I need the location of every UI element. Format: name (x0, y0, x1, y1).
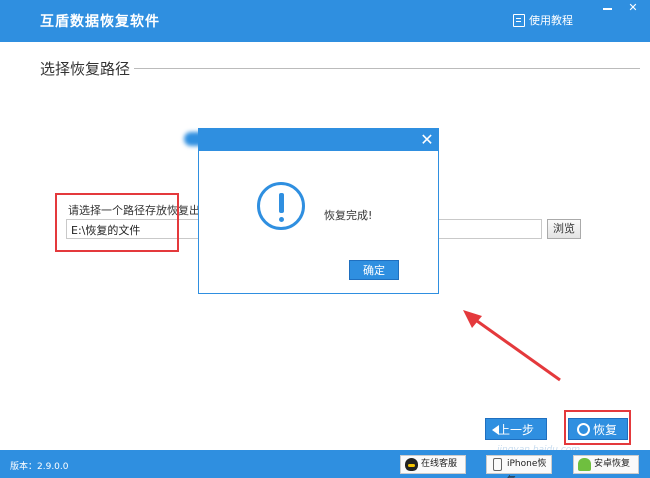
tutorial-label: 使用教程 (529, 14, 573, 27)
arrow-shaft (469, 314, 561, 382)
dialog-header: ✕ (199, 129, 438, 151)
minimize-button[interactable] (597, 0, 619, 16)
iphone-recovery-button[interactable]: iPhone恢复 (486, 455, 552, 478)
qq-icon (405, 458, 418, 471)
prev-step-button[interactable]: 上一步 (485, 418, 547, 440)
online-support-label: 在线客服 (421, 459, 458, 469)
section-divider (134, 68, 640, 69)
dialog-message: 恢复完成! (324, 209, 373, 222)
ok-button[interactable]: 确定 (349, 260, 399, 280)
app-title: 互盾数据恢复软件 (40, 14, 160, 30)
close-button[interactable]: ✕ (622, 0, 644, 16)
book-icon (513, 13, 525, 27)
title-bar: 互盾数据恢复软件 使用教程 ✕ (0, 0, 650, 42)
section-title: 选择恢复路径 (40, 60, 131, 78)
annotation-box-recover (564, 410, 631, 445)
online-support-button[interactable]: 在线客服 (400, 455, 466, 474)
prev-step-label: 上一步 (497, 423, 534, 437)
exclamation-bar (279, 193, 284, 213)
completion-dialog: ✕ 恢复完成! 确定 (198, 128, 439, 294)
android-recovery-label: 安卓恢复 (594, 459, 631, 469)
android-icon (578, 458, 591, 471)
iphone-recovery-label: iPhone恢复 (507, 459, 547, 478)
browse-button[interactable]: 浏览 (547, 219, 581, 239)
android-recovery-button[interactable]: 安卓恢复 (573, 455, 639, 474)
version-label: 版本：2.9.0.0 (10, 462, 69, 472)
annotation-box-path (55, 193, 179, 252)
tutorial-link[interactable]: 使用教程 (513, 12, 573, 28)
exclamation-dot (279, 217, 284, 222)
dialog-close-button[interactable]: ✕ (418, 129, 436, 151)
arrow-head (463, 310, 482, 328)
exclamation-icon (257, 182, 305, 230)
iphone-icon (493, 458, 502, 471)
footer-bar: 版本：2.9.0.0 在线客服 iPhone恢复 安卓恢复 (0, 450, 650, 478)
